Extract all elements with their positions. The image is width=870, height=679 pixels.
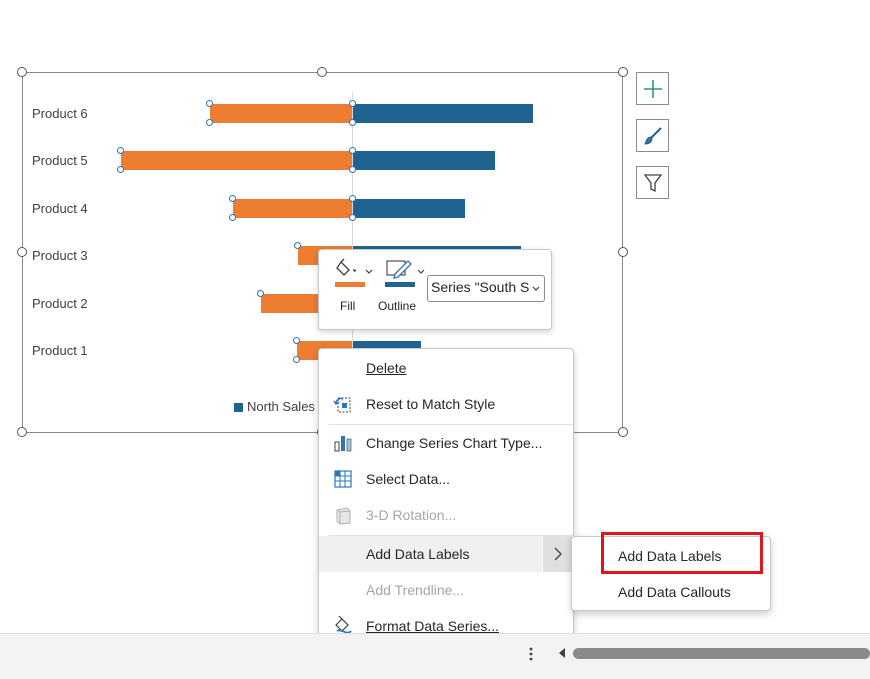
legend-label: North Sales bbox=[247, 399, 315, 414]
series-point-handle[interactable] bbox=[349, 195, 356, 202]
category-label: Product 4 bbox=[32, 201, 88, 216]
chevron-down-icon bbox=[531, 284, 541, 294]
paint-bucket-icon bbox=[336, 258, 356, 276]
menu-item-label: Select Data... bbox=[366, 471, 451, 487]
column-chart-icon bbox=[334, 436, 352, 452]
series-point-handle[interactable] bbox=[349, 166, 356, 173]
series-point-handle[interactable] bbox=[206, 119, 213, 126]
series-select-value: Series "South S bbox=[431, 279, 530, 295]
chart-resize-handle[interactable] bbox=[618, 247, 628, 257]
series-point-handle[interactable] bbox=[229, 195, 236, 202]
south-bar[interactable] bbox=[233, 199, 352, 218]
pen-outline-icon bbox=[386, 260, 412, 279]
chart-styles-button[interactable] bbox=[636, 119, 669, 152]
chevron-down-icon[interactable] bbox=[416, 267, 426, 277]
chevron-down-icon[interactable] bbox=[364, 267, 374, 277]
menu-item-label: Delete bbox=[366, 360, 407, 376]
submenu-item-add-data-callouts[interactable]: Add Data Callouts bbox=[618, 584, 731, 600]
cube-icon bbox=[336, 507, 351, 525]
menu-item-label: Format Data Series... bbox=[366, 618, 500, 634]
series-point-handle[interactable] bbox=[229, 214, 236, 221]
outline-button[interactable] bbox=[385, 258, 427, 288]
chart-resize-handle[interactable] bbox=[618, 427, 628, 437]
submenu-arrow-button[interactable] bbox=[543, 536, 572, 572]
chart-resize-handle[interactable] bbox=[618, 67, 628, 77]
reset-style-icon bbox=[333, 397, 351, 413]
menu-item-change-series-chart-type[interactable]: Change Series Chart Type... bbox=[319, 425, 573, 461]
north-bar[interactable] bbox=[353, 151, 495, 170]
horizontal-scrollbar-thumb[interactable] bbox=[573, 648, 870, 659]
series-point-handle[interactable] bbox=[293, 337, 300, 344]
series-point-handle[interactable] bbox=[117, 166, 124, 173]
menu-item-label: 3-D Rotation... bbox=[366, 507, 457, 523]
series-point-handle[interactable] bbox=[349, 100, 356, 107]
series-point-handle[interactable] bbox=[257, 290, 264, 297]
menu-item-select-data[interactable]: Select Data... bbox=[319, 461, 573, 497]
south-bar[interactable] bbox=[121, 151, 352, 170]
menu-item-delete[interactable]: Delete bbox=[319, 350, 573, 386]
series-point-handle[interactable] bbox=[349, 214, 356, 221]
funnel-icon bbox=[643, 173, 662, 192]
series-point-handle[interactable] bbox=[349, 147, 356, 154]
chart-elements-button[interactable] bbox=[636, 72, 669, 105]
menu-item-add-trendline[interactable]: Add Trendline... bbox=[319, 572, 573, 608]
chevron-right-icon bbox=[554, 547, 562, 561]
fill-label: Fill bbox=[340, 299, 356, 313]
category-label: Product 2 bbox=[32, 296, 88, 311]
scroll-left-icon[interactable] bbox=[557, 647, 567, 659]
menu-item-label: Change Series Chart Type... bbox=[366, 435, 543, 451]
chart-resize-handle[interactable] bbox=[17, 427, 27, 437]
chart-resize-handle[interactable] bbox=[17, 67, 27, 77]
menu-item-reset-to-match-style[interactable]: Reset to Match Style bbox=[319, 386, 573, 422]
chart-resize-handle[interactable] bbox=[317, 67, 327, 77]
series-point-handle[interactable] bbox=[206, 100, 213, 107]
mini-toolbar: Fill Outline Series "South S bbox=[318, 249, 552, 330]
menu-item-label: Add Trendline... bbox=[366, 582, 465, 598]
plus-icon bbox=[643, 79, 662, 98]
series-select[interactable]: Series "South S bbox=[427, 275, 545, 302]
series-point-handle[interactable] bbox=[117, 147, 124, 154]
category-label: Product 3 bbox=[32, 248, 88, 263]
chart-resize-handle[interactable] bbox=[17, 247, 27, 257]
north-bar[interactable] bbox=[353, 199, 465, 218]
north-bar[interactable] bbox=[353, 104, 533, 123]
menu-item-label: Add Data Labels bbox=[366, 546, 470, 562]
category-label: Product 1 bbox=[32, 343, 88, 358]
menu-item-label: Reset to Match Style bbox=[366, 396, 496, 412]
context-menu: Delete Reset to Match Style Change Serie… bbox=[318, 348, 574, 647]
fill-color-swatch bbox=[335, 282, 365, 287]
category-label: Product 6 bbox=[32, 106, 88, 121]
brush-icon bbox=[643, 126, 662, 144]
menu-item-add-data-labels[interactable]: Add Data Labels bbox=[319, 536, 542, 572]
series-point-handle[interactable] bbox=[294, 242, 301, 249]
outline-label: Outline bbox=[378, 299, 417, 313]
series-point-handle[interactable] bbox=[293, 356, 300, 363]
outline-color-swatch bbox=[385, 282, 415, 287]
category-label: Product 5 bbox=[32, 153, 88, 168]
fill-button[interactable] bbox=[333, 258, 375, 288]
menu-item-3d-rotation[interactable]: 3-D Rotation... bbox=[319, 497, 573, 533]
highlight-annotation-box bbox=[601, 532, 763, 574]
south-bar[interactable] bbox=[210, 104, 352, 123]
chart-filters-button[interactable] bbox=[636, 166, 669, 199]
more-options-icon[interactable] bbox=[527, 646, 535, 662]
legend-north[interactable]: North Sales bbox=[234, 399, 315, 414]
legend-swatch bbox=[234, 403, 243, 413]
select-data-icon bbox=[334, 470, 352, 488]
series-point-handle[interactable] bbox=[349, 119, 356, 126]
